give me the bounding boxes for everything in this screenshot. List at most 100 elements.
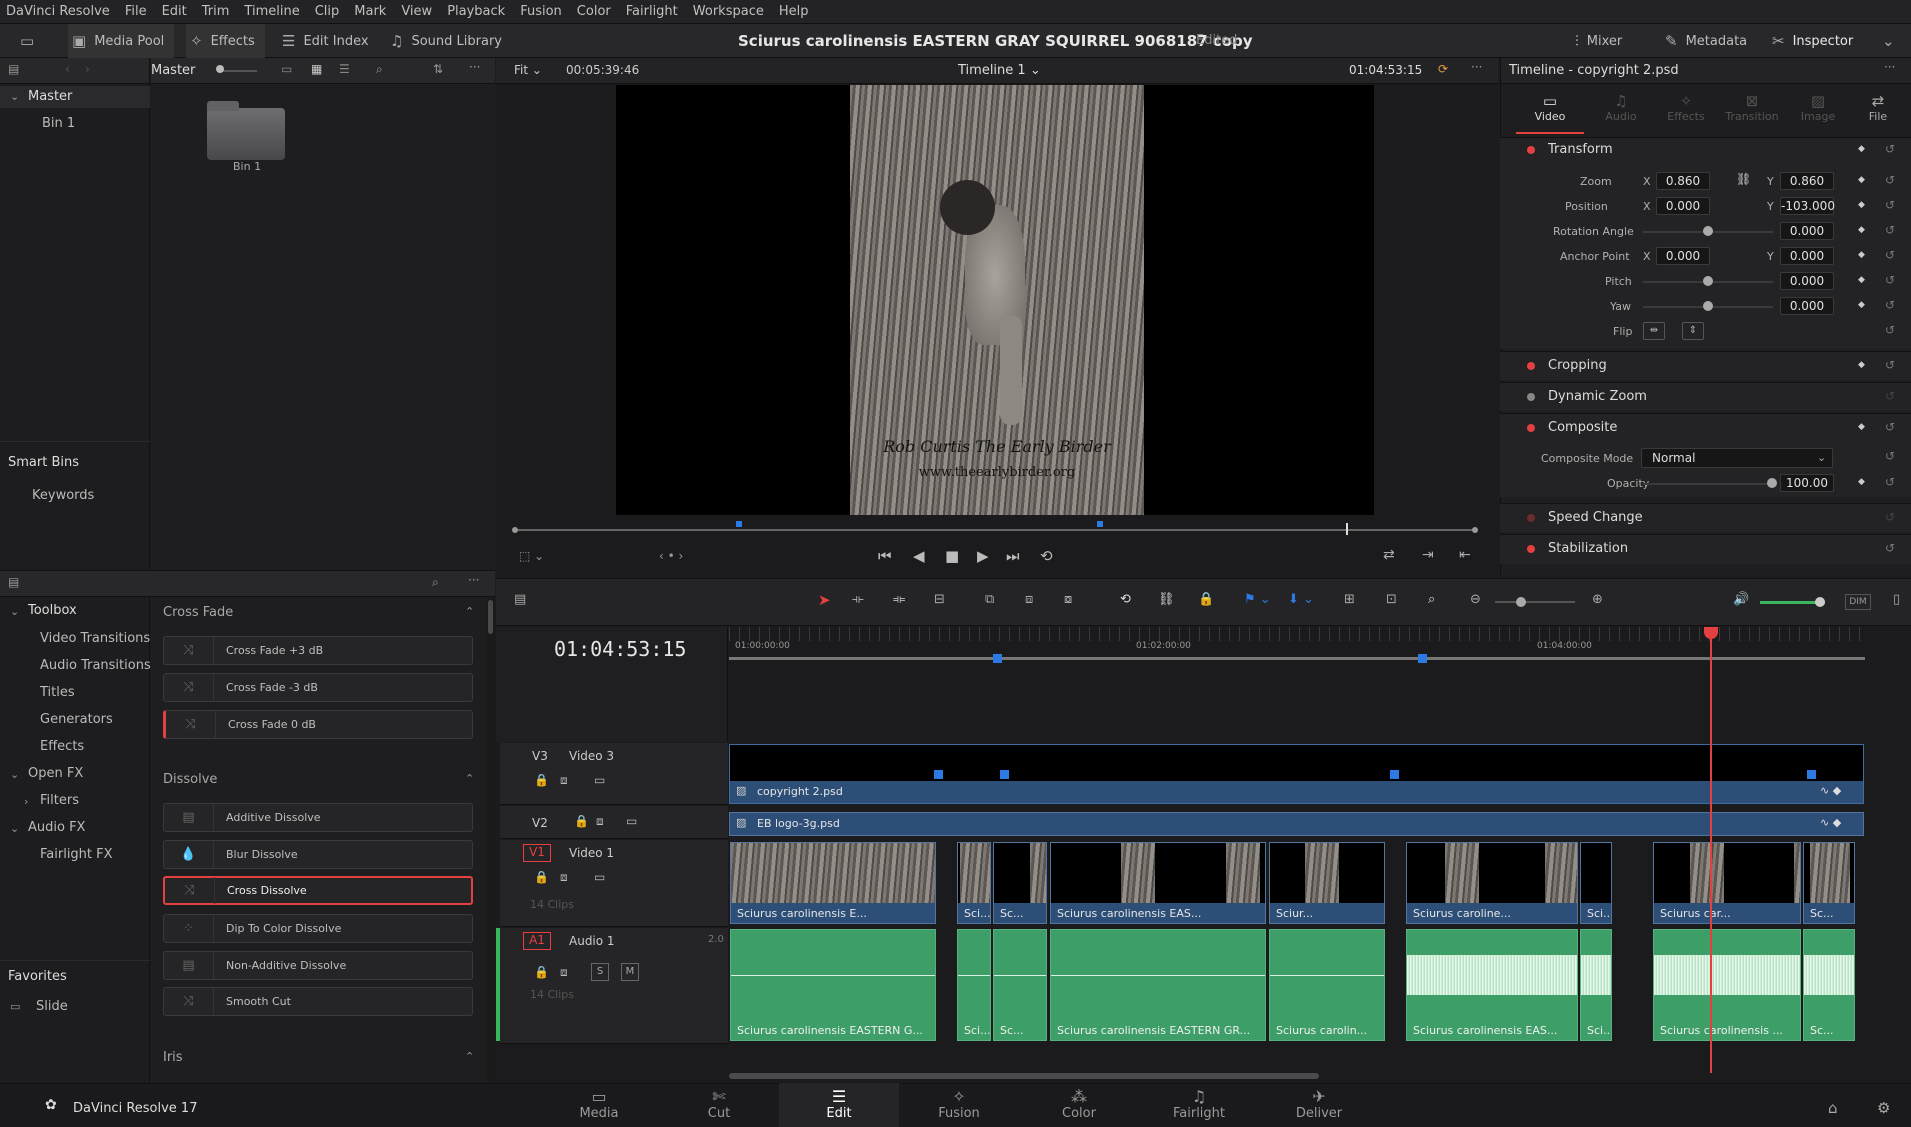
page-cut[interactable]: ✄ Cut (659, 1083, 779, 1127)
effect-cross-fade-minus3[interactable]: ⤨ Cross Fade -3 dB (163, 673, 473, 702)
tab-transition[interactable]: ⊠ Transition (1719, 92, 1785, 134)
scrubber-start-handle[interactable] (512, 527, 518, 533)
flag-icon[interactable]: ⚑ ⌄ (1244, 592, 1271, 607)
viewer-scrubber[interactable] (516, 529, 1476, 531)
rotation-field[interactable]: 0.000 (1780, 222, 1834, 240)
tree-effects[interactable]: Effects (40, 739, 84, 754)
keyframe-icon[interactable]: ◆ (1858, 360, 1865, 370)
rotation-slider-handle[interactable] (1703, 226, 1713, 236)
reset-icon[interactable]: ↺ (1885, 510, 1895, 524)
keyframe-icon[interactable]: ◆ (1858, 200, 1865, 210)
menu-help[interactable]: Help (779, 4, 809, 19)
composite-mode-select[interactable]: Normal ⌄ (1641, 448, 1833, 468)
audio-clip[interactable]: Sci... (957, 929, 991, 1041)
match-frame-icon[interactable]: ⇄ (1383, 547, 1395, 563)
position-y-field[interactable]: -103.000 (1780, 197, 1835, 215)
clip-marker[interactable] (1000, 770, 1009, 779)
video-clip[interactable]: Sci... (957, 842, 991, 924)
auto-select-icon[interactable]: ⧈ (560, 773, 568, 788)
page-deliver[interactable]: ✈ Deliver (1259, 1083, 1379, 1127)
clip-marker[interactable] (1807, 770, 1816, 779)
effect-cross-dissolve[interactable]: ⤨ Cross Dissolve (163, 876, 473, 905)
panel-toggle-icon[interactable]: ▤ (8, 575, 19, 589)
menu-mark[interactable]: Mark (354, 4, 386, 19)
timeline-zoom-slider[interactable] (1495, 601, 1575, 603)
overwrite-clip-icon[interactable]: ⧈ (1025, 592, 1033, 607)
cropping-title[interactable]: Cropping (1548, 358, 1607, 373)
tab-file[interactable]: ⇄ File (1851, 92, 1905, 134)
lock-icon[interactable]: 🔒 (534, 773, 549, 787)
inspector-button[interactable]: ✂ Inspector (1772, 24, 1853, 58)
video-clip[interactable]: Sciur... (1269, 842, 1385, 924)
v3-clip[interactable]: ▨ copyright 2.psd ∿ ◆ (730, 781, 1863, 803)
reset-icon[interactable]: ↺ (1885, 389, 1895, 403)
menu-playback[interactable]: Playback (447, 4, 505, 19)
yaw-field[interactable]: 0.000 (1780, 297, 1834, 315)
list-view-icon[interactable]: ☰ (339, 62, 350, 76)
effect-cross-fade-0[interactable]: ⤨ Cross Fade 0 dB (163, 710, 473, 739)
play-icon[interactable]: ▶ (977, 547, 989, 565)
timeline-playhead[interactable] (1710, 627, 1712, 1073)
audio-clip[interactable]: Sc... (1803, 929, 1855, 1041)
stabilization-title[interactable]: Stabilization (1548, 541, 1628, 556)
zoom-x-field[interactable]: 0.860 (1656, 172, 1710, 190)
blade-tool-icon[interactable]: ⊟ (934, 592, 945, 607)
keyframe-icon[interactable]: ◆ (1858, 250, 1865, 260)
safe-area-icon[interactable]: ⬚ ⌄ (519, 549, 544, 563)
timeline-view-options-icon[interactable]: ▤ (514, 592, 526, 607)
mixer-button[interactable]: ⫶ Mixer (1575, 24, 1622, 58)
clip-curve-icon[interactable]: ∿ ◆ (1820, 784, 1841, 797)
transform-enable-toggle[interactable] (1527, 146, 1535, 154)
dim-button[interactable]: DIM (1845, 594, 1871, 610)
nav-forward-icon[interactable]: › (85, 62, 90, 76)
menu-edit[interactable]: Edit (162, 4, 187, 19)
reset-icon[interactable]: ↺ (1885, 273, 1895, 287)
scrubber-end-handle[interactable] (1472, 527, 1478, 533)
collapse-icon[interactable]: ⌃ (465, 605, 474, 618)
tree-titles[interactable]: Titles (40, 685, 75, 700)
reset-icon[interactable]: ↺ (1885, 420, 1895, 434)
volume-icon[interactable]: 🔊 (1733, 592, 1749, 607)
range-marker[interactable] (1418, 654, 1427, 663)
settings-gear-icon[interactable]: ⚙ (1877, 1099, 1890, 1117)
yaw-slider-handle[interactable] (1703, 301, 1713, 311)
audio-clip[interactable]: Sc... (993, 929, 1047, 1041)
sort-icon[interactable]: ⇅ (433, 62, 443, 76)
video-clip[interactable]: Sci... (1580, 842, 1612, 924)
menu-timeline[interactable]: Timeline (244, 4, 299, 19)
clip-marker[interactable] (1390, 770, 1399, 779)
prev-edit-icon[interactable]: ⇤ (1459, 547, 1471, 563)
panel-toggle-icon[interactable]: ▯ (1893, 592, 1900, 607)
menu-workspace[interactable]: Workspace (693, 4, 764, 19)
dynamic-zoom-title[interactable]: Dynamic Zoom (1548, 389, 1647, 404)
audio-clip[interactable]: Sciurus carolinensis EAS... (1406, 929, 1578, 1041)
video-clip[interactable]: Sc... (993, 842, 1047, 924)
custom-zoom-icon[interactable]: ⌕ (1428, 592, 1435, 607)
track-a1-label[interactable]: A1 (523, 932, 551, 950)
bin-folder-icon[interactable] (207, 101, 285, 160)
tree-toolbox[interactable]: Toolbox (28, 603, 77, 618)
stop-icon[interactable]: ■ (945, 547, 959, 565)
zoom-in-icon[interactable]: ⊕ (1592, 592, 1603, 607)
effect-cross-fade-plus3[interactable]: ⤨ Cross Fade +3 dB (163, 636, 473, 665)
position-x-field[interactable]: 0.000 (1656, 197, 1710, 215)
reset-icon[interactable]: ↺ (1885, 298, 1895, 312)
composite-title[interactable]: Composite (1548, 420, 1617, 435)
anchor-x-field[interactable]: 0.000 (1656, 247, 1710, 265)
mute-button[interactable]: M (621, 963, 639, 981)
effects-scrollbar[interactable] (487, 597, 495, 1083)
media-pool-button[interactable]: ▣ Media Pool (68, 24, 175, 58)
flip-horizontal-icon[interactable]: ⇹ (1643, 322, 1665, 340)
speed-change-toggle[interactable] (1527, 514, 1535, 522)
tab-image[interactable]: ▨ Image (1789, 92, 1847, 134)
zoom-slider-handle[interactable] (216, 65, 224, 73)
zoom-fit-select[interactable]: Fit ⌄ (514, 63, 542, 77)
tree-item-master[interactable]: ⌄ Master (0, 86, 150, 108)
timeline-scrollbar[interactable] (729, 1073, 1319, 1079)
keyframe-icon[interactable]: ◆ (1858, 422, 1865, 432)
opacity-slider[interactable] (1643, 483, 1773, 485)
loop-icon[interactable]: ⟲ (1040, 547, 1053, 565)
viewer-options-icon[interactable]: ··· (1471, 60, 1482, 74)
replace-clip-icon[interactable]: ⧇ (1064, 592, 1072, 607)
video-clip[interactable]: Sciurus carolinensis E... (730, 842, 936, 924)
